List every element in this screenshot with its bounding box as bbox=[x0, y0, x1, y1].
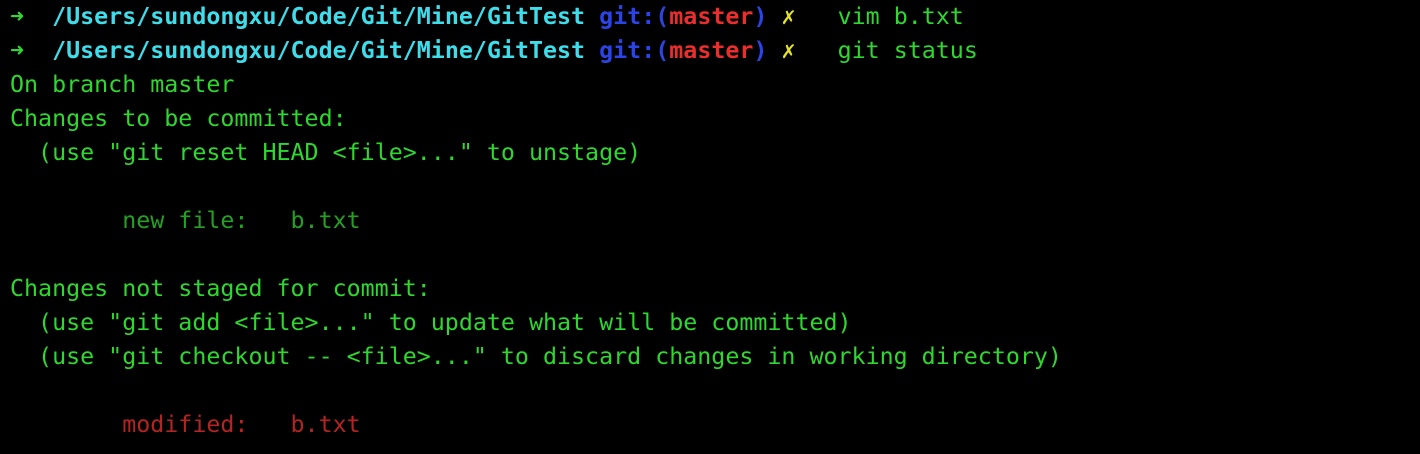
prompt-path: /Users/sundongxu/Code/Git/Mine/GitTest bbox=[52, 3, 586, 30]
prompt-command: vim b.txt bbox=[837, 3, 964, 30]
prompt-branch: master bbox=[669, 3, 754, 30]
prompt-line-2: ➜ /Users/sundongxu/Code/Git/Mine/GitTest… bbox=[10, 34, 1420, 68]
prompt-line-1: ➜ /Users/sundongxu/Code/Git/Mine/GitTest… bbox=[10, 0, 1420, 34]
output-staged-header: Changes to be committed: bbox=[10, 105, 347, 132]
output-unstaged-hint-1: (use "git add <file>..." to update what … bbox=[10, 309, 852, 336]
output-unstaged-header: Changes not staged for commit: bbox=[10, 275, 431, 302]
prompt-git-prefix: git:( bbox=[599, 37, 670, 64]
prompt-arrow-icon: ➜ bbox=[10, 37, 25, 64]
output-modified-entry: modified: b.txt bbox=[10, 411, 361, 438]
prompt-command: git status bbox=[837, 37, 978, 64]
dirty-mark-icon: ✗ bbox=[781, 37, 796, 64]
output-unstaged-hint-2: (use "git checkout -- <file>..." to disc… bbox=[10, 343, 1062, 370]
prompt-branch: master bbox=[669, 37, 754, 64]
prompt-git-suffix: ) bbox=[753, 3, 768, 30]
prompt-path: /Users/sundongxu/Code/Git/Mine/GitTest bbox=[52, 37, 586, 64]
prompt-git-prefix: git:( bbox=[599, 3, 670, 30]
prompt-arrow-icon: ➜ bbox=[10, 3, 25, 30]
output-on-branch: On branch master bbox=[10, 71, 235, 98]
prompt-git-suffix: ) bbox=[753, 37, 768, 64]
output-staged-entry: new file: b.txt bbox=[10, 207, 361, 234]
dirty-mark-icon: ✗ bbox=[781, 3, 796, 30]
output-staged-hint: (use "git reset HEAD <file>..." to unsta… bbox=[10, 139, 642, 166]
terminal-window[interactable]: ➜ /Users/sundongxu/Code/Git/Mine/GitTest… bbox=[0, 0, 1420, 454]
